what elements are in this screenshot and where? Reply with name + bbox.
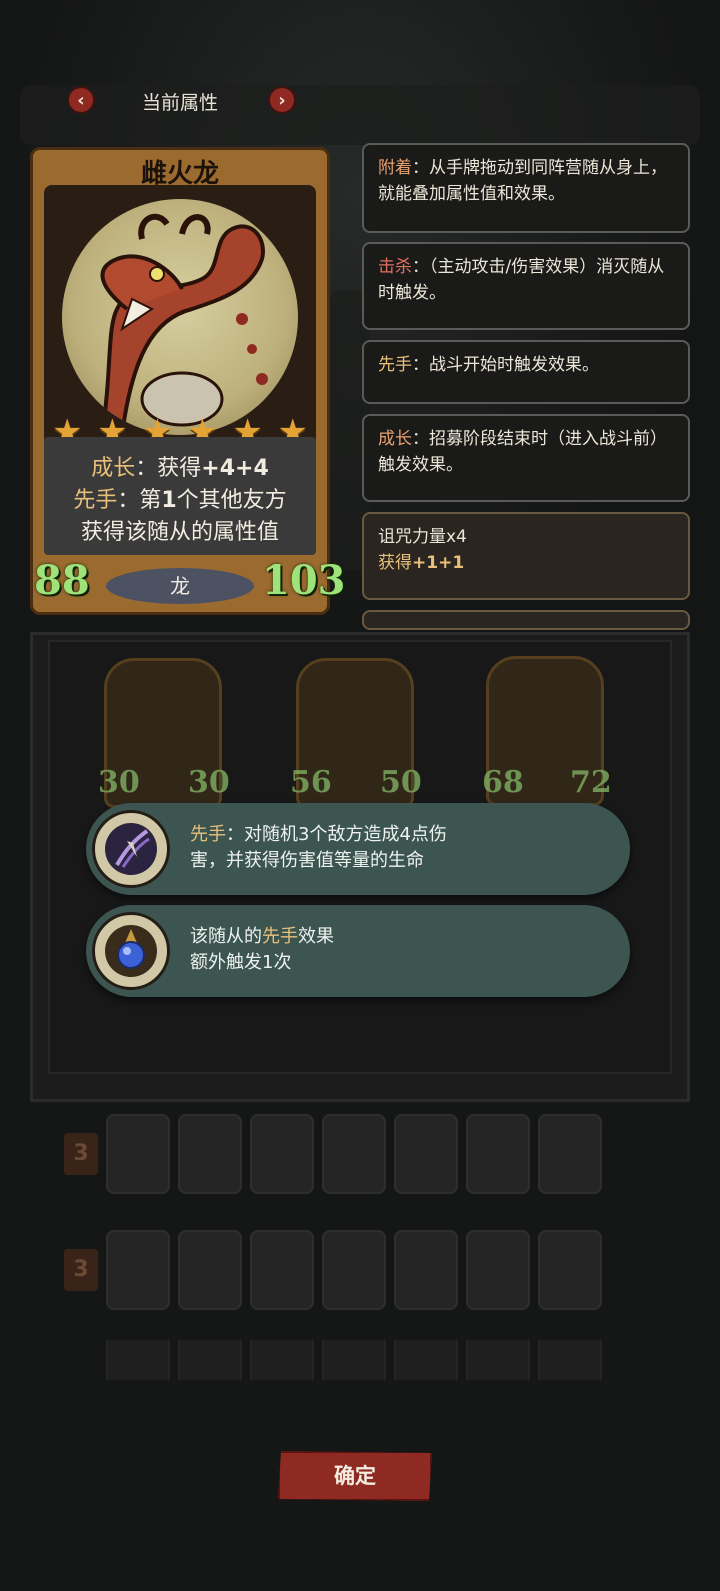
bench-card[interactable] [394,1230,458,1310]
chevron-left-icon: ‹ [77,89,85,111]
info-sep: ： [412,429,429,449]
blue-orb-icon [92,912,170,990]
bench-card[interactable] [466,1114,530,1194]
bench-card[interactable] [178,1340,242,1380]
desc-text: 个其他友方 [176,488,287,513]
curse-subtitle-text: 获得 [378,553,412,573]
bench-card[interactable] [538,1114,602,1194]
popup-line-1: 该随从的先手效果 [190,924,620,950]
claw-strike-graphic [105,823,157,875]
effect-popup-extra-trigger: 该随从的先手效果 额外触发1次 [86,905,630,997]
bench-card[interactable] [178,1114,242,1194]
info-panel-attach: 附着：从手牌拖动到同阵营随从身上，就能叠加属性值和效果。 [362,143,690,233]
info-panel-first-strike: 先手：战斗开始时触发效果。 [362,340,690,404]
popup-line-1: 先手：对随机3个敌方造成4点伤 [190,822,620,848]
minion-attack: 56 [290,765,332,800]
desc-line-2: 先手：第1个其他友方 [44,485,316,517]
confirm-button[interactable]: 确定 [278,1451,432,1501]
card-name: 雌火龙 [140,159,219,189]
desc-text: 获得 [157,456,202,481]
bench-card[interactable] [466,1340,530,1380]
popup-text: 该随从的先手效果 额外触发1次 [190,924,620,976]
curse-subtitle: 获得+1+1 [378,550,674,576]
effect-popup-first-strike: 先手：对随机3个敌方造成4点伤 害，并获得伤害值等量的生命 [86,803,630,895]
bench-card[interactable] [106,1230,170,1310]
bench-card[interactable] [394,1340,458,1380]
bench-card[interactable] [538,1230,602,1310]
bench-card[interactable] [394,1114,458,1194]
prev-button[interactable]: ‹ [67,86,95,114]
info-keyword: 击杀 [378,257,412,277]
bench-card[interactable] [322,1340,386,1380]
popup-text-b: 效果 [298,926,334,947]
desc-line-3: 获得该随从的属性值 [80,520,279,545]
bench-card[interactable] [322,1230,386,1310]
popup-line-2: 害，并获得伤害值等量的生命 [190,850,424,871]
health-value: 103 [262,557,346,604]
dragon-portrait [62,199,298,435]
desc-value: +4+4 [201,456,269,481]
curse-panel: 诅咒力量x4 获得+1+1 [362,512,690,600]
next-button[interactable]: › [268,86,296,114]
bench-card[interactable] [538,1340,602,1380]
popup-line-2: 额外触发1次 [190,952,292,973]
curse-subtitle-value: +1+1 [412,553,465,573]
chevron-right-icon: › [278,89,286,111]
bench-card[interactable] [250,1114,314,1194]
bench-row-partial [64,1340,656,1380]
popup-keyword: 先手 [262,926,298,947]
desc-text: 第 [139,488,162,513]
popup-text-a: 该随从的 [190,926,262,947]
curse-title: 诅咒力量x4 [378,527,467,547]
info-keyword: 先手 [378,355,412,375]
bench-row: 3 [64,1112,656,1196]
keyword-first-strike: 先手 [73,488,118,513]
info-sep: ： [412,355,429,375]
popup-text-rest: ：对随机3个敌方造成4点伤 [226,824,447,845]
minion-health: 72 [570,765,612,800]
keyword-growth: 成长 [91,456,136,481]
race-tag: 龙 [106,568,254,604]
tier-badge: 3 [64,1133,98,1175]
desc-line-1: 成长：获得+4+4 [44,453,316,485]
bench-card[interactable] [106,1114,170,1194]
info-keyword: 成长 [378,429,412,449]
curse-panel-partial [362,610,690,630]
bench-card[interactable] [178,1230,242,1310]
bench-card[interactable] [466,1230,530,1310]
attack-value: 88 [34,557,90,604]
popup-text: 先手：对随机3个敌方造成4点伤 害，并获得伤害值等量的生命 [190,822,620,874]
info-sep: ： [412,158,429,178]
info-keyword: 附着 [378,158,412,178]
minion-attack: 30 [98,765,140,800]
info-text: 战斗开始时触发效果。 [429,355,599,375]
bench-card[interactable] [250,1230,314,1310]
popup-keyword: 先手 [190,824,226,845]
info-panel-growth: 成长：招募阶段结束时（进入战斗前）触发效果。 [362,414,690,502]
minion-health: 50 [380,765,422,800]
blue-orb-graphic [105,925,157,977]
tier-badge: 3 [64,1249,98,1291]
dragon-illustration [99,213,268,435]
desc-value: 1 [161,488,177,513]
minion-health: 30 [188,765,230,800]
info-panel-kill: 击杀：（主动攻击/伤害效果）消灭随从时触发。 [362,242,690,330]
bench-card[interactable] [322,1114,386,1194]
bench-card[interactable] [106,1340,170,1380]
bench-row: 3 [64,1228,656,1312]
desc-sep: ： [117,488,140,513]
minion-attack: 68 [482,765,524,800]
info-sep: ： [412,257,429,277]
bench-card[interactable] [250,1340,314,1380]
desc-sep: ： [135,456,158,481]
claw-strike-icon [92,810,170,888]
minion-card[interactable]: 雌火龙 ★ ★ ★ ★ ★ ★ 成长：获得+4+4 先手：第1个其他友方 获得该随从的属性… [30,147,346,615]
page-title: 当前属性 [141,92,218,114]
card-description: 成长：获得+4+4 先手：第1个其他友方 获得该随从的属性值 [44,453,316,549]
